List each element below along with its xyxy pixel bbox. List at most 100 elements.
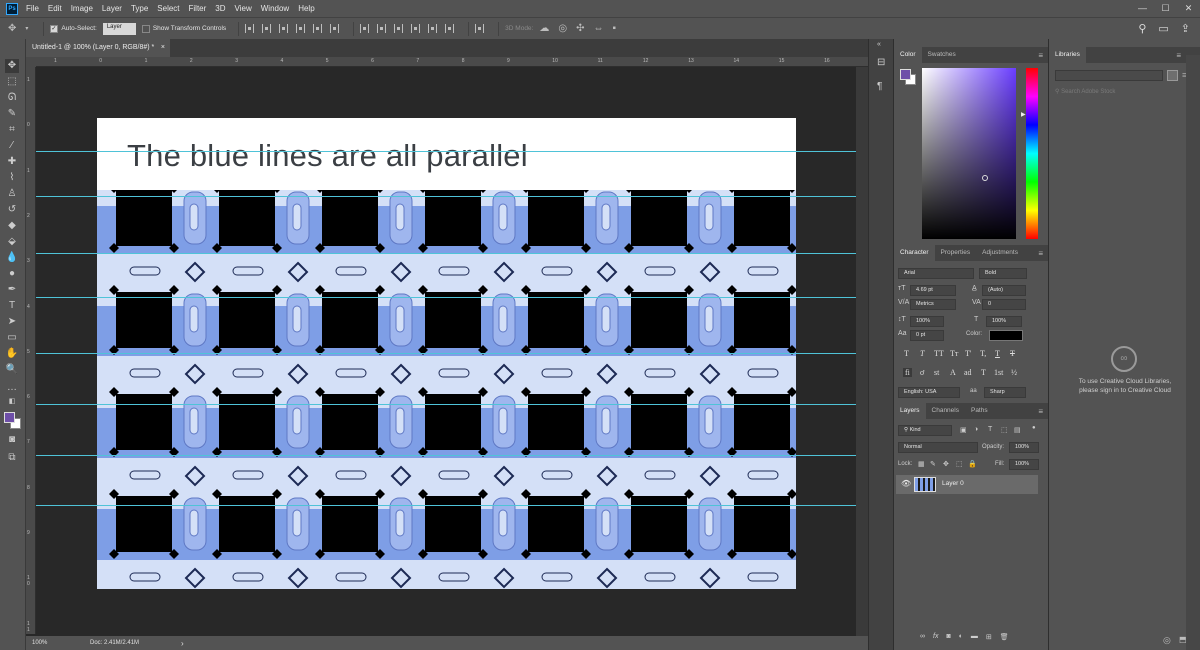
align-top-icon[interactable] — [245, 24, 255, 33]
zoom-tool-icon[interactable]: 🔍 — [5, 363, 19, 377]
titling-alternates-button[interactable]: ad — [964, 368, 972, 377]
type-tool-icon[interactable]: T — [5, 299, 19, 313]
menu-select[interactable]: Select — [157, 4, 179, 13]
ordinals-button[interactable]: T — [981, 368, 986, 377]
document-tab[interactable]: Untitled-1 @ 100% (Layer 0, RGB/8#) * × — [26, 39, 170, 57]
folder-icon[interactable]: ▬ — [971, 633, 978, 641]
libraries-scrollbar[interactable] — [1186, 55, 1200, 650]
superscript-button[interactable]: T' — [965, 349, 971, 358]
eye-icon[interactable]: 👁 — [901, 479, 911, 488]
share-icon[interactable]: ⇪ — [1181, 22, 1190, 35]
layer-row[interactable]: 👁 Layer 0 — [896, 475, 1038, 494]
strikethrough-button[interactable]: T — [1010, 349, 1015, 358]
menu-3d[interactable]: 3D — [215, 4, 225, 13]
3d-orbit-icon[interactable]: ☁ — [539, 23, 549, 34]
lasso-tool-icon[interactable]: ᘏ — [5, 91, 19, 105]
3d-slide-icon[interactable]: ⇔ — [593, 23, 603, 34]
tab-adjustments[interactable]: Adjustments — [976, 245, 1024, 261]
lock-image-icon[interactable]: ✎ — [930, 460, 936, 468]
menu-help[interactable]: Help — [298, 4, 314, 13]
auto-select-checkbox[interactable]: ✓ — [50, 24, 59, 33]
filter-pixel-icon[interactable]: ▣ — [960, 426, 967, 434]
hue-slider[interactable] — [1026, 68, 1038, 239]
underline-button[interactable]: T — [995, 349, 1000, 358]
blur-tool-icon[interactable]: 💧 — [5, 251, 19, 265]
align-vcenter-icon[interactable] — [262, 24, 272, 33]
tab-swatches[interactable]: Swatches — [922, 47, 962, 63]
quick-mask-icon[interactable]: ◙ — [5, 433, 19, 447]
layer-name[interactable]: Layer 0 — [942, 480, 964, 487]
workspace-icon[interactable]: ▭ — [1158, 22, 1168, 35]
zoom-level[interactable]: 100% — [32, 640, 70, 646]
path-selection-tool-icon[interactable]: ➤ — [5, 315, 19, 329]
tab-layers[interactable]: Layers — [894, 403, 926, 419]
faux-italic-button[interactable]: T — [920, 349, 924, 358]
tab-libraries[interactable]: Libraries — [1049, 47, 1086, 63]
move-tool-icon[interactable]: ✥ — [8, 23, 16, 34]
tab-properties[interactable]: Properties — [935, 245, 977, 261]
collapse-arrows-icon[interactable]: « — [877, 41, 881, 48]
show-transform-checkbox[interactable] — [141, 24, 150, 33]
menu-file[interactable]: File — [26, 4, 39, 13]
distribute-bottom-icon[interactable] — [394, 24, 404, 33]
horizontal-scale-field[interactable]: 100% — [986, 316, 1022, 327]
align-hcenter-icon[interactable] — [313, 24, 323, 33]
guide-line[interactable] — [36, 151, 856, 152]
language-select[interactable]: English: USA — [898, 387, 960, 398]
minimize-icon[interactable]: — — [1131, 0, 1154, 17]
menu-edit[interactable]: Edit — [48, 4, 62, 13]
tracking-field[interactable]: 0 — [982, 299, 1026, 310]
auto-select-dropdown[interactable]: Layer — [102, 22, 136, 35]
paint-bucket-tool-icon[interactable]: ⬙ — [5, 235, 19, 249]
horizontal-ruler[interactable]: 1 0 1 2 3 4 5 6 7 8 9 10 11 12 13 14 15 16 — [36, 57, 868, 67]
hue-slider-arrow-icon[interactable]: ▶ — [1021, 111, 1026, 118]
guide-line[interactable] — [36, 353, 856, 354]
kerning-field[interactable]: Metrics — [910, 299, 956, 310]
menu-view[interactable]: View — [235, 4, 252, 13]
canvas-area[interactable]: The blue lines are all parallel — [36, 67, 856, 636]
old-style-button[interactable]: ơ — [920, 368, 924, 377]
filter-smart-object-icon[interactable]: ▤ — [1014, 426, 1021, 434]
lock-all-icon[interactable]: 🔒 — [968, 460, 977, 468]
3d-roll-icon[interactable]: ◎ — [558, 23, 567, 34]
guide-line[interactable] — [36, 253, 856, 254]
layer-filter-select[interactable]: ⚲ Kind — [898, 425, 952, 436]
distribute-right-icon[interactable] — [445, 24, 455, 33]
blend-mode-select[interactable]: Normal — [898, 442, 978, 453]
adjustment-icon[interactable]: ◐ — [959, 633, 963, 641]
shape-tool-icon[interactable]: ▭ — [5, 331, 19, 345]
picker-foreground-swatch[interactable] — [900, 69, 911, 80]
new-layer-icon[interactable]: ⊞ — [986, 633, 992, 641]
distribute-left-icon[interactable] — [411, 24, 421, 33]
menu-filter[interactable]: Filter — [189, 4, 207, 13]
distribute-top-icon[interactable] — [360, 24, 370, 33]
color-cursor[interactable] — [982, 175, 988, 181]
lock-artboard-icon[interactable]: ⬚ — [956, 460, 963, 468]
fx-icon[interactable]: fx — [933, 633, 938, 641]
vertical-scale-field[interactable]: 100% — [910, 316, 944, 327]
tab-paths[interactable]: Paths — [965, 403, 994, 419]
dodge-tool-icon[interactable]: ● — [5, 267, 19, 281]
search-icon[interactable]: ⚲ — [1138, 22, 1146, 35]
3d-pan-icon[interactable]: ✣ — [576, 23, 584, 34]
align-bottom-icon[interactable] — [279, 24, 289, 33]
menu-window[interactable]: Window — [261, 4, 289, 13]
saturation-value-field[interactable] — [922, 68, 1016, 239]
stylistic-alternates-button[interactable]: A — [950, 368, 956, 377]
chevron-down-icon[interactable]: ▾ — [25, 25, 28, 32]
vertical-ruler[interactable]: 101234567891 01 1 — [26, 67, 36, 634]
font-style-select[interactable]: Bold — [979, 268, 1027, 279]
menu-image[interactable]: Image — [71, 4, 93, 13]
opacity-field[interactable]: 100% — [1009, 442, 1039, 453]
subscript-button[interactable]: T, — [980, 349, 986, 358]
tab-channels[interactable]: Channels — [926, 403, 965, 419]
grid-view-icon[interactable] — [1167, 70, 1178, 81]
baseline-shift-field[interactable]: 0 pt — [910, 330, 944, 341]
font-size-field[interactable]: 4.69 pt — [910, 285, 956, 296]
more-tools-icon[interactable]: … — [5, 381, 19, 395]
guide-line[interactable] — [36, 297, 856, 298]
vertical-scrollbar[interactable] — [856, 67, 868, 636]
menu-layer[interactable]: Layer — [102, 4, 122, 13]
clone-stamp-tool-icon[interactable]: ♙ — [5, 187, 19, 201]
swash-button[interactable]: st — [934, 368, 939, 377]
